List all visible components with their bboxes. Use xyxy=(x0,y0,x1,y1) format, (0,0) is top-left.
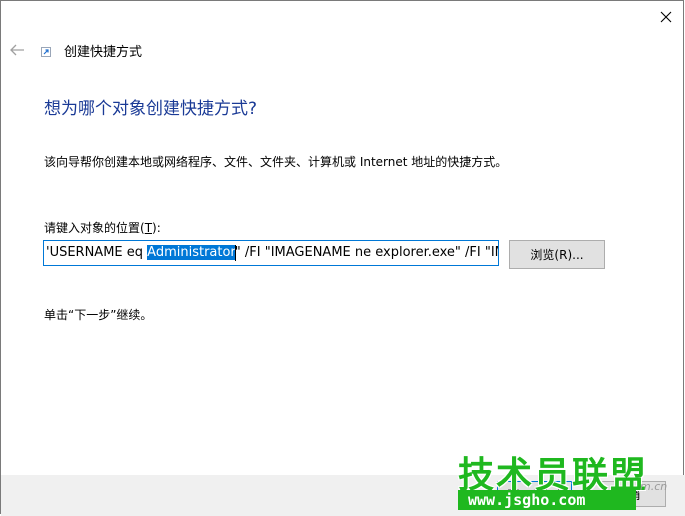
location-label-accelerator: T xyxy=(144,221,153,235)
next-button[interactable]: 下一步(N) xyxy=(497,481,572,507)
shortcut-icon xyxy=(41,47,51,57)
footer-bar: 下一步(N) 取消 xyxy=(1,475,685,516)
continue-hint: 单击“下一步”继续。 xyxy=(44,308,153,322)
browse-button[interactable]: 浏览(R)... xyxy=(509,240,605,269)
close-icon xyxy=(660,11,672,23)
location-text-after: " /FI "IMAGENAME ne explorer.exe" /FI "I… xyxy=(234,245,499,260)
back-arrow-icon xyxy=(10,44,24,56)
location-input[interactable]: 'USERNAME eq Administrator" /FI "IMAGENA… xyxy=(43,240,499,266)
page-heading: 想为哪个对象创建快捷方式? xyxy=(44,99,258,119)
create-shortcut-window: 创建快捷方式 想为哪个对象创建快捷方式? 该向导帮你创建本地或网络程序、文件、文… xyxy=(0,0,685,516)
location-text-selected: Administrator xyxy=(147,245,236,260)
location-label: 请键入对象的位置(T): xyxy=(44,219,161,236)
page-description: 该向导帮你创建本地或网络程序、文件、文件夹、计算机或 Internet 地址的快… xyxy=(44,155,508,169)
back-button[interactable] xyxy=(5,39,29,61)
close-button[interactable] xyxy=(647,1,685,33)
location-label-suffix: ): xyxy=(152,221,161,235)
location-label-prefix: 请键入对象的位置( xyxy=(44,221,145,235)
location-text-before: 'USERNAME eq xyxy=(46,245,148,260)
wizard-title: 创建快捷方式 xyxy=(64,45,143,60)
cancel-button[interactable]: 取消 xyxy=(591,481,666,507)
